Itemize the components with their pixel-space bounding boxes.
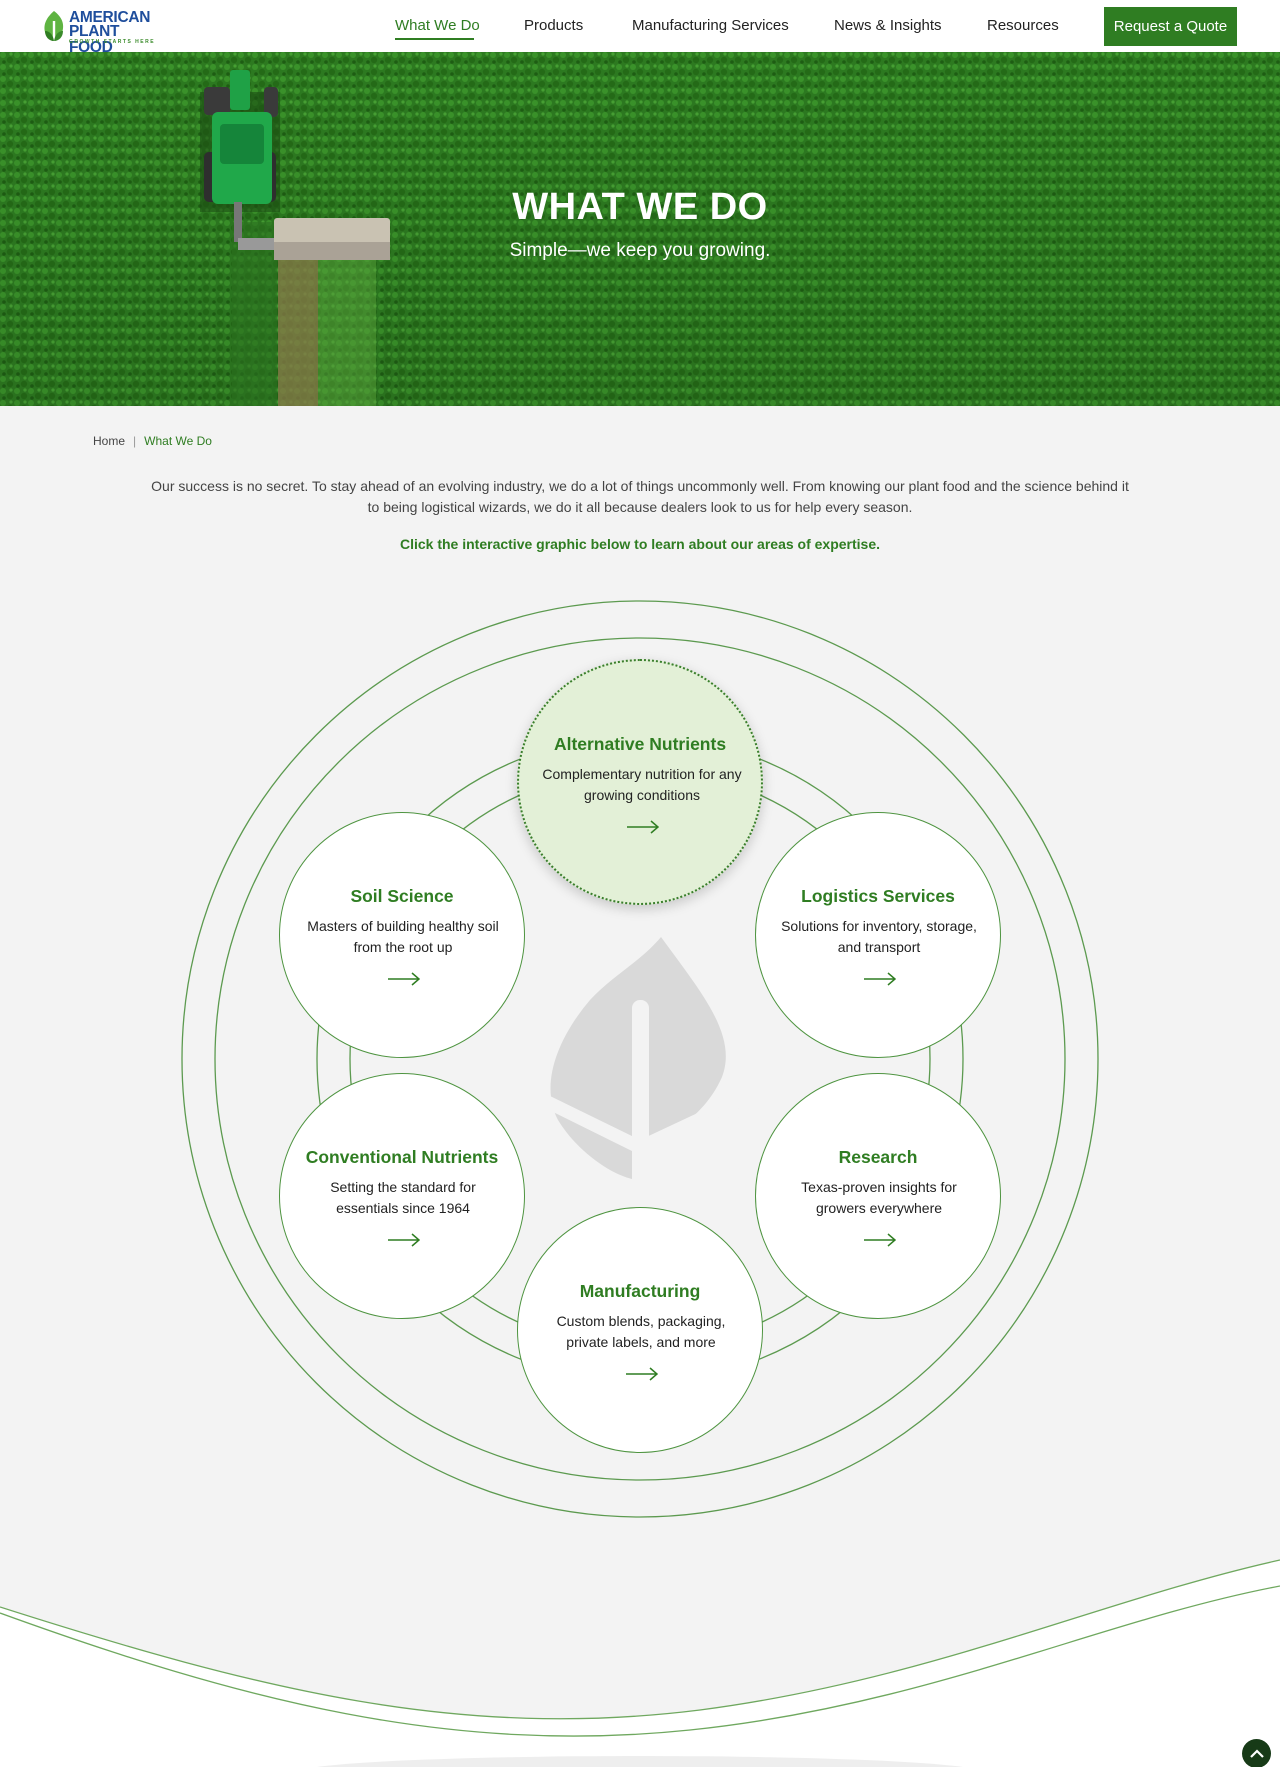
brand-logo[interactable]: AMERICAN PLANT FOOD GROWTH STARTS HERE <box>41 9 161 55</box>
breadcrumb-separator: | <box>133 434 137 448</box>
expertise-soil-science[interactable]: Soil Science Masters of building healthy… <box>279 812 525 1058</box>
expertise-manufacturing[interactable]: Manufacturing Custom blends, packaging, … <box>517 1207 763 1453</box>
breadcrumb: Home | What We Do <box>93 434 212 448</box>
nav-what-we-do[interactable]: What We Do <box>395 17 480 34</box>
node-description: Custom blends, packaging, private labels… <box>556 1313 726 1350</box>
hero-field-image <box>0 52 1280 406</box>
node-description: Complementary nutrition for any growing … <box>542 766 742 803</box>
leaf-logo-icon <box>44 11 64 41</box>
brand-tagline: GROWTH STARTS HERE <box>69 39 156 45</box>
arrow-right-icon <box>864 972 896 986</box>
nav-manufacturing-services[interactable]: Manufacturing Services <box>632 17 789 34</box>
node-title: Soil Science <box>350 886 454 906</box>
intro-paragraph: Our success is no secret. To stay ahead … <box>151 478 1129 515</box>
interactive-graphic-hint: Click the interactive graphic below to l… <box>399 536 881 552</box>
node-description: Setting the standard for essentials sinc… <box>330 1179 476 1216</box>
node-description: Masters of building healthy soil from th… <box>307 918 499 955</box>
node-title: Alternative Nutrients <box>553 734 727 754</box>
breadcrumb-home[interactable]: Home <box>93 434 125 448</box>
nav-news-insights[interactable]: News & Insights <box>834 17 942 34</box>
node-description: Solutions for inventory, storage, and tr… <box>781 918 977 955</box>
node-title: Manufacturing <box>579 1281 701 1301</box>
breadcrumb-current: What We Do <box>144 434 212 448</box>
hero-subtitle: Simple—we keep you growing. <box>509 240 771 261</box>
expertise-conventional-nutrients[interactable]: Conventional Nutrients Setting the stand… <box>279 1073 525 1319</box>
node-title: Research <box>838 1147 918 1167</box>
expertise-graphic: Alternative Nutrients Complementary nutr… <box>0 580 1280 1530</box>
nav-active-indicator <box>395 38 474 40</box>
expertise-logistics-services[interactable]: Logistics Services Solutions for invento… <box>755 812 1001 1058</box>
expertise-alternative-nutrients[interactable]: Alternative Nutrients Complementary nutr… <box>517 659 763 905</box>
expertise-research[interactable]: Research Texas-proven insights for growe… <box>755 1073 1001 1319</box>
arrow-right-icon <box>388 972 420 986</box>
arrow-right-icon <box>626 1367 658 1381</box>
node-title: Logistics Services <box>801 886 955 906</box>
decorative-wave <box>0 1559 1280 1767</box>
node-title: Conventional Nutrients <box>305 1147 499 1167</box>
arrow-right-icon <box>388 1233 420 1247</box>
back-to-top-button[interactable] <box>1242 1739 1271 1767</box>
arrow-right-icon <box>864 1233 896 1247</box>
hero-banner: WHAT WE DO Simple—we keep you growing. <box>0 52 1280 406</box>
nav-products[interactable]: Products <box>524 17 583 34</box>
site-header: AMERICAN PLANT FOOD GROWTH STARTS HERE W… <box>0 0 1280 55</box>
arrow-right-icon <box>627 820 659 834</box>
nav-resources[interactable]: Resources <box>987 17 1059 34</box>
hero-title: WHAT WE DO <box>512 186 768 228</box>
request-quote-button[interactable]: Request a Quote <box>1104 7 1237 46</box>
chevron-up-icon <box>1249 1748 1264 1758</box>
node-description: Texas-proven insights for growers everyw… <box>801 1179 957 1216</box>
